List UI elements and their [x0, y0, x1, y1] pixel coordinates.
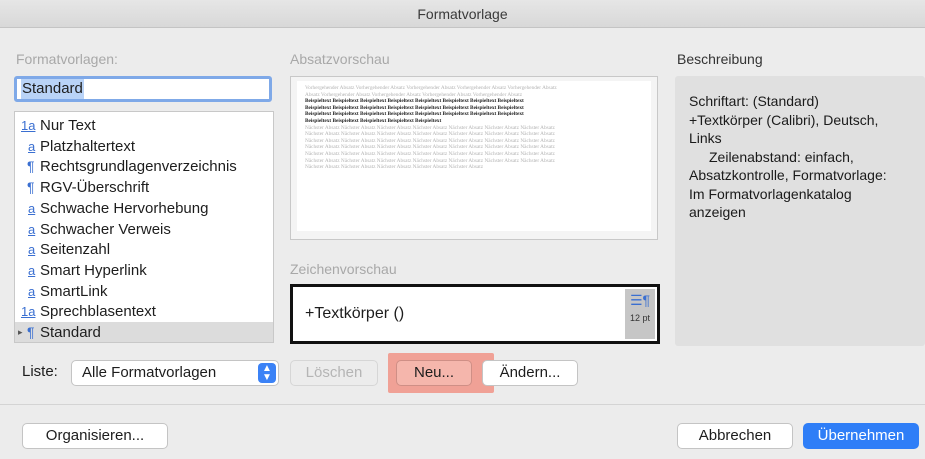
- character-style-icon: a: [28, 200, 36, 216]
- style-list-item-label: Schwacher Verweis: [40, 220, 171, 238]
- styles-label: Formatvorlagen:: [16, 51, 118, 67]
- window-title: Formatvorlage: [0, 0, 925, 28]
- style-list-item[interactable]: ▸ ¶ Standard: [15, 322, 273, 342]
- character-style-icon: a: [28, 221, 36, 237]
- disclosure-triangle-icon[interactable]: ▸: [18, 322, 23, 342]
- divider: [0, 404, 925, 405]
- style-list-item[interactable]: a Schwacher Verweis: [15, 219, 273, 240]
- style-list-item-label: Platzhaltertext: [40, 137, 136, 155]
- description-line: Absatzkontrolle, Formatvorlage:: [689, 167, 887, 183]
- character-preview-text: +Textkörper (): [305, 305, 405, 322]
- style-name-value: Standard: [21, 79, 84, 99]
- font-size-value: 12 pt: [629, 313, 651, 323]
- style-list-item[interactable]: a Smart Hyperlink: [15, 260, 273, 281]
- preview-sample-text: Beispieltext Beispieltext Beispieltext B…: [305, 111, 524, 118]
- style-list-item-label: Schwache Hervorhebung: [40, 199, 209, 217]
- style-list-item[interactable]: a Seitenzahl: [15, 239, 273, 260]
- preview-next-paragraph: Nächster Absatz Nächster Absatz Nächster…: [305, 144, 555, 151]
- description-line: Zeilenabstand: einfach,: [709, 148, 854, 165]
- style-name-field[interactable]: Standard: [14, 76, 272, 102]
- delete-button[interactable]: Löschen: [290, 360, 378, 386]
- preview-sample-text: Beispieltext Beispieltext Beispieltext B…: [305, 104, 524, 111]
- style-list-item-label: Rechtsgrundlagenverzeichnis: [40, 158, 237, 176]
- description-line: +Textkörper (Calibri), Deutsch,: [689, 111, 879, 128]
- paragraph-style-icon: ¶: [27, 179, 35, 196]
- preview-next-paragraph: Nächster Absatz Nächster Absatz Nächster…: [305, 150, 555, 157]
- style-list-item[interactable]: a Schwache Hervorhebung: [15, 198, 273, 219]
- description-label: Beschreibung: [677, 51, 763, 67]
- style-list-item-label: SmartLink: [40, 282, 108, 300]
- list-filter-value: Alle Formatvorlagen: [82, 364, 217, 381]
- preview-next-paragraph: Nächster Absatz Nächster Absatz Nächster…: [305, 164, 484, 171]
- style-list-item[interactable]: 1a Sprechblasentext: [15, 301, 273, 322]
- linked-style-icon: 1a: [21, 118, 36, 133]
- preview-next-paragraph: Nächster Absatz Nächster Absatz Nächster…: [305, 157, 555, 164]
- character-style-icon: a: [28, 138, 36, 154]
- preview-previous-paragraph: Absatz Vorhergehender Absatz Vorhergehen…: [305, 91, 523, 98]
- style-list-item-label: Smart Hyperlink: [40, 261, 147, 279]
- description-line: Schriftart: (Standard): [689, 93, 819, 109]
- preview-next-paragraph: Nächster Absatz Nächster Absatz Nächster…: [305, 124, 555, 131]
- paragraph-style-icon: ¶: [27, 324, 35, 340]
- character-style-icon: a: [28, 283, 36, 299]
- paragraph-style-icon: ¶: [27, 158, 35, 175]
- preview-sample-text: Beispieltext Beispieltext Beispieltext B…: [305, 117, 442, 124]
- character-preview-label: Zeichenvorschau: [290, 261, 397, 277]
- style-list-item[interactable]: 1a Nur Text: [15, 115, 273, 136]
- paragraph-preview-page: Vorhergehender Absatz Vorhergehender Abs…: [297, 81, 651, 231]
- preview-sample-text: Beispieltext Beispieltext Beispieltext B…: [305, 98, 524, 105]
- preview-next-paragraph: Nächster Absatz Nächster Absatz Nächster…: [305, 131, 555, 138]
- apply-button[interactable]: Übernehmen: [803, 423, 919, 449]
- style-list[interactable]: 1a Nur Text a Platzhaltertext ¶ Rechtsgrundla…: [14, 111, 274, 343]
- modify-button[interactable]: Ändern...: [482, 360, 578, 386]
- description-box: Schriftart: (Standard) +Textkörper (Cali…: [675, 76, 925, 346]
- character-style-icon: a: [28, 262, 36, 278]
- style-list-item-label: Nur Text: [40, 117, 96, 134]
- preview-next-paragraph: Nächster Absatz Nächster Absatz Nächster…: [305, 137, 555, 144]
- new-button[interactable]: Neu...: [396, 360, 472, 386]
- font-size-indicator: ☰¶ 12 pt: [625, 289, 655, 339]
- style-list-item-label: RGV-Überschrift: [40, 179, 150, 197]
- list-label: Liste:: [22, 363, 58, 380]
- style-list-item[interactable]: a SmartLink: [15, 281, 273, 302]
- style-list-item[interactable]: ¶ RGV-Überschrift: [15, 177, 273, 198]
- linked-style-icon: 1a: [21, 304, 36, 320]
- description-line: Links: [689, 130, 722, 146]
- character-preview: +Textkörper () ☰¶ 12 pt: [290, 284, 660, 344]
- paragraph-preview-label: Absatzvorschau: [290, 51, 390, 67]
- cancel-button[interactable]: Abbrechen: [677, 423, 793, 449]
- style-list-item-label: Standard: [40, 324, 101, 341]
- paragraph-align-icon: ☰¶: [629, 292, 651, 308]
- style-list-item[interactable]: ¶ Rechtsgrundlagenverzeichnis: [15, 156, 273, 177]
- style-list-item-label: Sprechblasentext: [40, 303, 156, 321]
- list-filter-select[interactable]: Alle Formatvorlagen ▲ ▼: [71, 360, 279, 386]
- organize-button[interactable]: Organisieren...: [22, 423, 168, 449]
- character-style-icon: a: [28, 242, 36, 258]
- description-line: Im Formatvorlagenkatalog: [689, 185, 852, 202]
- paragraph-preview: Vorhergehender Absatz Vorhergehender Abs…: [290, 76, 658, 240]
- style-list-item-label: Seitenzahl: [40, 241, 111, 259]
- description-line: anzeigen: [689, 204, 746, 220]
- preview-previous-paragraph: Vorhergehender Absatz Vorhergehender Abs…: [305, 85, 557, 91]
- chevron-updown-icon: ▲ ▼: [258, 363, 276, 383]
- style-list-item[interactable]: a Platzhaltertext: [15, 136, 273, 157]
